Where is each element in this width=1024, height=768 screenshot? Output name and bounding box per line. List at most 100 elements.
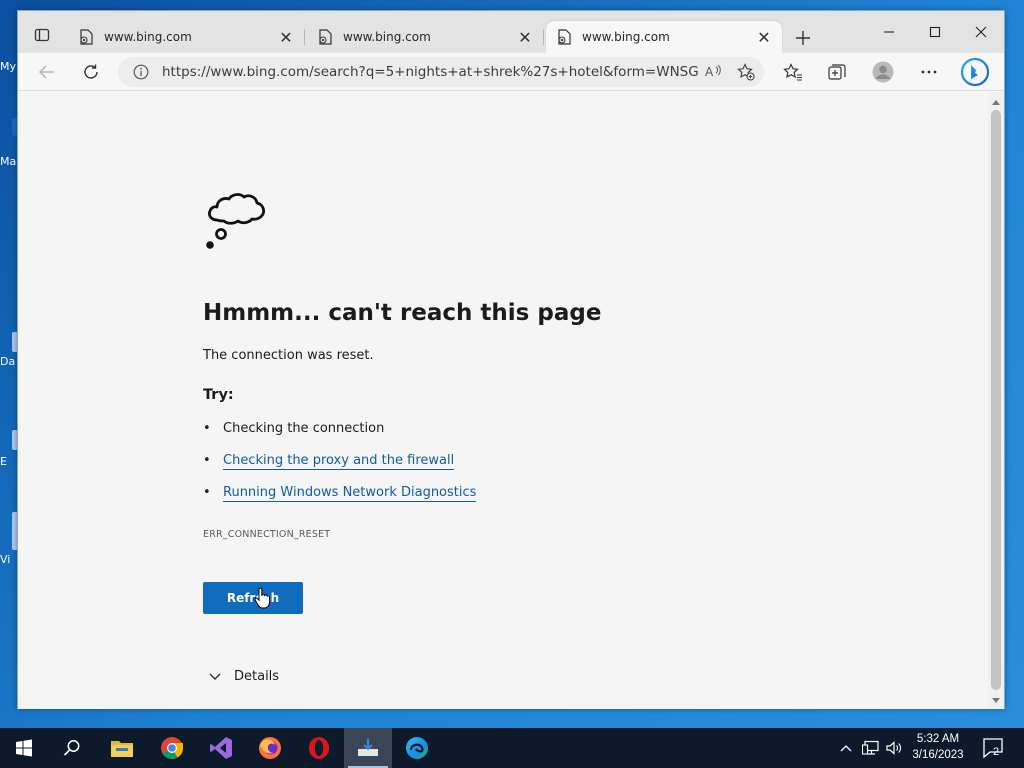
desktop-icon-label[interactable]: Ma xyxy=(0,155,18,168)
tab-bar: www.bing.com ✕ www.bing.com ✕ www.bing.c… xyxy=(18,11,1004,53)
bing-icon xyxy=(960,57,990,87)
collections-icon xyxy=(828,64,846,80)
desktop-icon-label[interactable]: My xyxy=(0,60,18,73)
tab-actions-icon xyxy=(34,28,50,42)
profile-button[interactable] xyxy=(868,58,898,86)
new-tab-button[interactable] xyxy=(790,25,816,51)
details-label: Details xyxy=(234,669,280,684)
page-content: Hmmm... can't reach this page The connec… xyxy=(18,92,988,709)
speaker-icon xyxy=(886,741,901,755)
minimize-button[interactable] xyxy=(866,19,912,45)
tab-title: www.bing.com xyxy=(582,30,670,44)
close-icon xyxy=(975,26,987,38)
desktop-icon-label[interactable]: E xyxy=(0,455,18,468)
more-dots-icon xyxy=(921,70,937,74)
desktop-icon-label[interactable]: Da xyxy=(0,355,18,368)
visual-studio-icon xyxy=(210,737,232,759)
network-button[interactable] xyxy=(860,728,882,768)
tab[interactable]: www.bing.com ✕ xyxy=(307,21,544,53)
close-tab-icon[interactable]: ✕ xyxy=(756,28,772,47)
vertical-scrollbar[interactable] xyxy=(988,92,1004,709)
minimize-icon xyxy=(884,31,894,33)
chevron-down-icon xyxy=(208,670,222,684)
collections-button[interactable] xyxy=(822,58,852,86)
page-error-icon xyxy=(317,29,333,45)
details-toggle[interactable]: Details xyxy=(208,669,279,684)
edge-button[interactable] xyxy=(393,728,441,768)
bing-chat-button[interactable] xyxy=(958,56,992,88)
scroll-up-arrow-icon[interactable] xyxy=(992,100,1000,105)
favorites-button[interactable] xyxy=(778,58,808,86)
refresh-icon xyxy=(84,64,98,79)
firefox-button[interactable] xyxy=(246,728,294,768)
opera-icon xyxy=(309,737,329,759)
suggestion-text: Checking the connection xyxy=(223,421,385,436)
close-window-button[interactable] xyxy=(958,19,1004,45)
page-error-icon xyxy=(556,29,572,45)
opera-button[interactable] xyxy=(295,728,343,768)
thought-cloud-icon xyxy=(206,193,266,249)
tab-active[interactable]: www.bing.com ✕ xyxy=(546,21,782,53)
notification-count: 2 xyxy=(993,746,1000,758)
svg-text:A: A xyxy=(705,65,714,79)
notifications-button[interactable]: 2 xyxy=(982,736,1006,760)
volume-button[interactable] xyxy=(884,728,904,768)
scroll-down-arrow-icon[interactable] xyxy=(992,698,1000,703)
visual-studio-button[interactable] xyxy=(197,728,245,768)
network-diagnostics-link[interactable]: Running Windows Network Diagnostics xyxy=(223,485,477,502)
back-button[interactable] xyxy=(32,58,62,86)
address-url[interactable]: https://www.bing.com/search?q=5+nights+a… xyxy=(162,64,700,80)
clock[interactable]: 5:32 AM 3/16/2023 xyxy=(905,731,971,765)
maximize-button[interactable] xyxy=(912,19,958,45)
refresh-toolbar-button[interactable] xyxy=(76,58,106,86)
search-button[interactable] xyxy=(48,728,96,768)
clock-date: 3/16/2023 xyxy=(912,749,964,761)
back-arrow-icon xyxy=(39,65,54,79)
tab-actions-button[interactable] xyxy=(26,23,58,47)
file-explorer-button[interactable] xyxy=(98,728,146,768)
tab[interactable]: www.bing.com ✕ xyxy=(68,21,305,53)
avatar-icon xyxy=(872,61,894,83)
chevron-up-icon xyxy=(840,745,852,752)
network-icon xyxy=(862,740,879,755)
tab-title: www.bing.com xyxy=(343,30,431,44)
page-error-icon xyxy=(78,29,94,45)
clock-time: 5:32 AM xyxy=(916,733,960,745)
try-heading: Try: xyxy=(203,387,234,403)
file-explorer-icon xyxy=(111,741,133,757)
suggestion-item: Running Windows Network Diagnostics xyxy=(203,484,477,516)
suggestion-item: Checking the connection xyxy=(203,420,476,452)
chrome-icon xyxy=(161,737,183,759)
desktop-icons: My Ma Da E Vi xyxy=(0,50,18,670)
maximize-icon xyxy=(929,26,941,38)
hand-cursor-icon xyxy=(254,587,270,609)
error-message: The connection was reset. xyxy=(203,348,374,363)
plus-icon xyxy=(796,31,810,45)
error-code: ERR_CONNECTION_RESET xyxy=(203,529,331,540)
desktop-icon-label[interactable]: Vi xyxy=(0,553,18,566)
chrome-button[interactable] xyxy=(148,728,196,768)
taskbar: 5:32 AM 3/16/2023 2 xyxy=(0,728,1024,768)
proxy-firewall-link[interactable]: Checking the proxy and the firewall xyxy=(223,453,455,470)
show-hidden-icons-button[interactable] xyxy=(836,728,856,768)
address-bar[interactable]: https://www.bing.com/search?q=5+nights+a… xyxy=(118,57,764,87)
site-info-icon[interactable] xyxy=(132,63,150,81)
tab-title: www.bing.com xyxy=(104,30,192,44)
app-icon xyxy=(358,739,378,756)
refresh-button[interactable]: Refresh xyxy=(203,582,303,614)
edge-icon xyxy=(406,737,428,759)
add-favorite-icon[interactable] xyxy=(732,58,760,86)
close-tab-icon[interactable]: ✕ xyxy=(278,28,294,47)
search-icon xyxy=(63,740,80,756)
browser-toolbar: https://www.bing.com/search?q=5+nights+a… xyxy=(18,53,1004,91)
suggestion-item: Checking the proxy and the firewall xyxy=(203,452,476,484)
browser-window: www.bing.com ✕ www.bing.com ✕ www.bing.c… xyxy=(17,10,1005,709)
suggestion-list: Checking the connection Checking the pro… xyxy=(203,420,477,516)
read-aloud-icon[interactable]: A xyxy=(700,58,728,86)
close-tab-icon[interactable]: ✕ xyxy=(517,28,533,47)
favorites-icon xyxy=(783,63,802,81)
scroll-thumb[interactable] xyxy=(991,110,1001,690)
start-button[interactable] xyxy=(0,728,48,768)
settings-more-button[interactable] xyxy=(914,58,944,86)
app-button-active[interactable] xyxy=(344,728,392,768)
